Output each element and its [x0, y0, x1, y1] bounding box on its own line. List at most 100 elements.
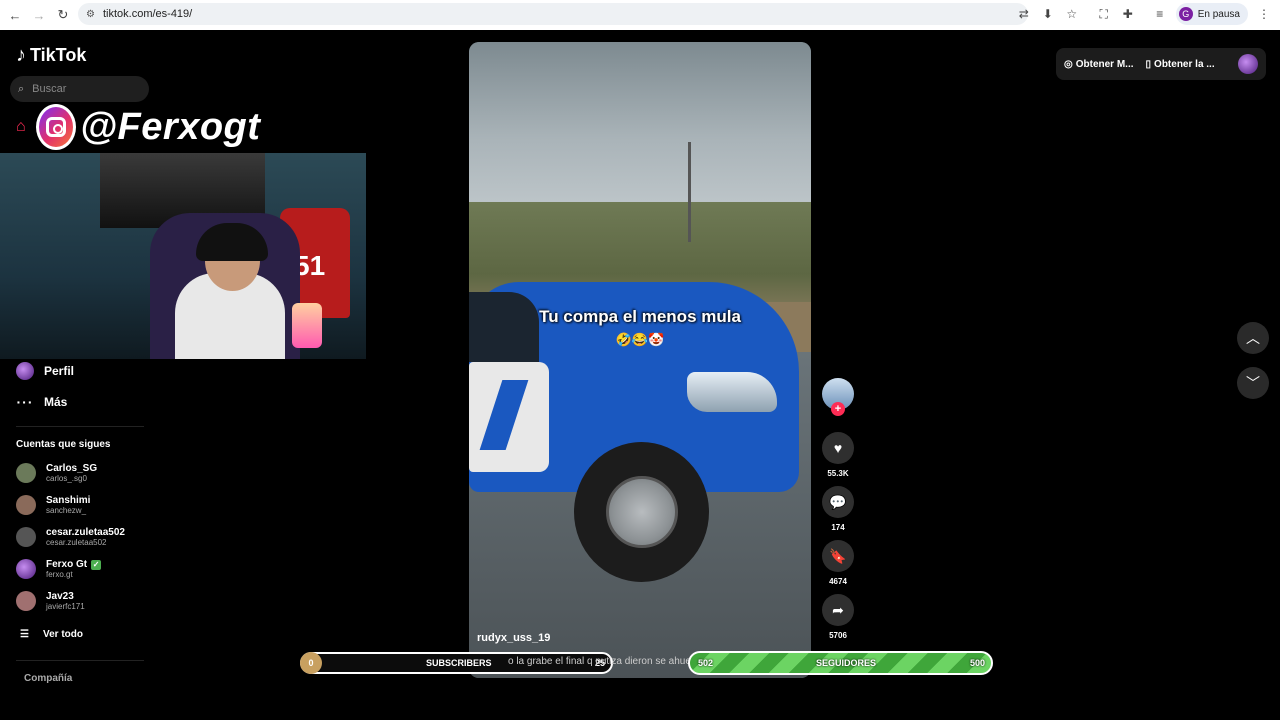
sidebar-item-profile[interactable]: Perfil: [16, 362, 74, 380]
instagram-handle-overlay: @Ferxogt: [36, 104, 260, 150]
profile-status: En pausa: [1197, 8, 1240, 20]
profile-avatar: G: [1178, 7, 1193, 21]
followers-label: SEGUIDORES: [816, 658, 877, 668]
search-icon: ⌕: [18, 82, 25, 95]
get-app-button[interactable]: ▯ Obtener la ...: [1146, 59, 1215, 70]
sidebar-item-more[interactable]: ··· Más: [16, 394, 68, 410]
follow-plus-icon[interactable]: +: [831, 402, 845, 416]
heart-icon[interactable]: ♥: [822, 432, 854, 464]
previous-video-button[interactable]: ︿: [1237, 322, 1269, 354]
subs-label: SUBSCRIBERS: [426, 658, 492, 668]
share-count: 5706: [829, 631, 847, 640]
video-author[interactable]: rudyx_uss_19: [477, 632, 550, 644]
video-player[interactable]: Tu compa el menos mula 🤣😂🤡 rudyx_uss_19: [469, 42, 811, 678]
following-item[interactable]: Carlos_SG carlos_.sg0: [16, 463, 97, 483]
url-text: tiktok.com/es-419/: [102, 8, 193, 20]
divider: [16, 660, 144, 661]
screenshot-icon[interactable]: ⛶: [1096, 6, 1112, 22]
company-link[interactable]: Compañía: [24, 673, 72, 684]
get-app-label: Obtener la ...: [1154, 58, 1215, 70]
search-input[interactable]: [32, 83, 133, 95]
share-icon[interactable]: ➦: [822, 594, 854, 626]
following-item[interactable]: Sanshimi sanchezw_: [16, 495, 90, 515]
follow-name: cesar.zuletaa502: [46, 527, 125, 538]
forward-icon[interactable]: →: [27, 3, 51, 27]
follow-username: sanchezw_: [46, 506, 87, 515]
get-coins-button[interactable]: ◎ Obtener M...: [1064, 59, 1134, 70]
caption-emoji: 🤣😂🤡: [615, 332, 665, 347]
media-control-icon[interactable]: ≡: [1152, 6, 1168, 22]
profile-avatar-icon: [16, 362, 34, 380]
verified-icon: ✓: [91, 559, 102, 570]
follow-username: ferxo.gt: [46, 570, 73, 579]
list-icon: ☰: [20, 629, 29, 640]
sidebar-item-label: Perfil: [44, 364, 75, 378]
avatar: [16, 495, 36, 515]
follow-name: Sanshimi: [46, 495, 91, 506]
lamp: [292, 303, 322, 348]
chevron-down-icon: ﹀: [1246, 375, 1260, 391]
follow-username: javierfc171: [46, 602, 85, 611]
subs-current: 0: [300, 652, 322, 674]
phone-icon: ▯: [1145, 58, 1152, 70]
like-action[interactable]: ♥ 55.3K: [822, 432, 854, 481]
followers-current: 502: [698, 658, 714, 668]
see-all-label: Ver todo: [42, 629, 83, 640]
menu-icon[interactable]: ⋮: [1256, 6, 1272, 22]
browser-toolbar: ← → ↻ ⚙ tiktok.com/es-419/ ⇄ ⬇ ☆ ⛶ ✚ ≡ G…: [0, 0, 1280, 30]
sidebar-item-label: Más: [44, 395, 68, 409]
video-caption: Tu compa el menos mula: [539, 307, 741, 326]
tiktok-logo[interactable]: ♪ TikTok: [16, 44, 86, 67]
following-item[interactable]: Jav23 javierfc171: [16, 591, 85, 611]
reload-icon[interactable]: ↻: [51, 3, 75, 27]
search-box[interactable]: ⌕: [10, 76, 149, 102]
more-dots-icon: ···: [16, 394, 34, 410]
follow-name: Jav23: [46, 591, 74, 602]
comment-icon[interactable]: 💬: [822, 486, 854, 518]
follow-name: Ferxo Gt ✓: [46, 559, 102, 570]
follow-username: carlos_.sg0: [46, 474, 87, 483]
following-title: Cuentas que sigues: [16, 439, 111, 450]
action-rail: + ♥ 55.3K 💬 174 🔖 4674 ➦ 5706: [822, 378, 854, 643]
address-bar[interactable]: ⚙ tiktok.com/es-419/: [78, 3, 1028, 25]
followers-goal-bar: 502 SEGUIDORES 500: [688, 651, 993, 675]
next-video-button[interactable]: ﹀: [1237, 367, 1269, 399]
bookmark-icon[interactable]: 🔖: [822, 540, 854, 572]
back-icon[interactable]: ←: [3, 3, 27, 27]
creator-avatar[interactable]: +: [822, 378, 854, 416]
following-item[interactable]: cesar.zuletaa502 cesar.zuletaa502: [16, 527, 125, 547]
logo-text: TikTok: [30, 45, 87, 65]
bookmark-star-icon[interactable]: ☆: [1064, 6, 1080, 22]
comment-count: 174: [831, 523, 845, 532]
comment-action[interactable]: 💬 174: [822, 486, 854, 535]
followers-goal: 500: [969, 658, 985, 668]
follow-name: Carlos_SG: [46, 463, 98, 474]
save-action[interactable]: 🔖 4674: [822, 540, 854, 589]
webcam-overlay: 51: [0, 153, 366, 359]
divider: [16, 426, 144, 427]
tiktok-note-icon: ♪: [16, 44, 26, 66]
site-info-icon[interactable]: ⚙: [86, 9, 95, 20]
save-count: 4674: [829, 577, 847, 586]
home-icon[interactable]: ⌂: [16, 118, 26, 136]
profile-button[interactable]: G En pausa: [1175, 3, 1248, 25]
avatar: [16, 463, 36, 483]
get-coins-label: Obtener M...: [1075, 58, 1134, 70]
handle-text: @Ferxogt: [80, 105, 261, 148]
user-avatar[interactable]: [1238, 54, 1258, 74]
coin-icon: ◎: [1064, 58, 1073, 70]
translate-icon[interactable]: ⇄: [1016, 6, 1032, 22]
following-item[interactable]: Ferxo Gt ✓ ferxo.gt: [16, 559, 102, 579]
extensions-icon[interactable]: ✚: [1120, 6, 1136, 22]
share-action[interactable]: ➦ 5706: [822, 594, 854, 643]
avatar: [16, 527, 36, 547]
chevron-up-icon: ︿: [1246, 330, 1260, 346]
instagram-icon: [36, 104, 76, 150]
see-all-button[interactable]: ☰ Ver todo: [20, 629, 83, 640]
avatar: [16, 559, 36, 579]
avatar: [16, 591, 36, 611]
top-right-bar: ◎ Obtener M... ▯ Obtener la ...: [1056, 48, 1266, 80]
like-count: 55.3K: [827, 469, 849, 478]
follow-username: cesar.zuletaa502: [46, 538, 107, 547]
install-icon[interactable]: ⬇: [1040, 6, 1056, 22]
